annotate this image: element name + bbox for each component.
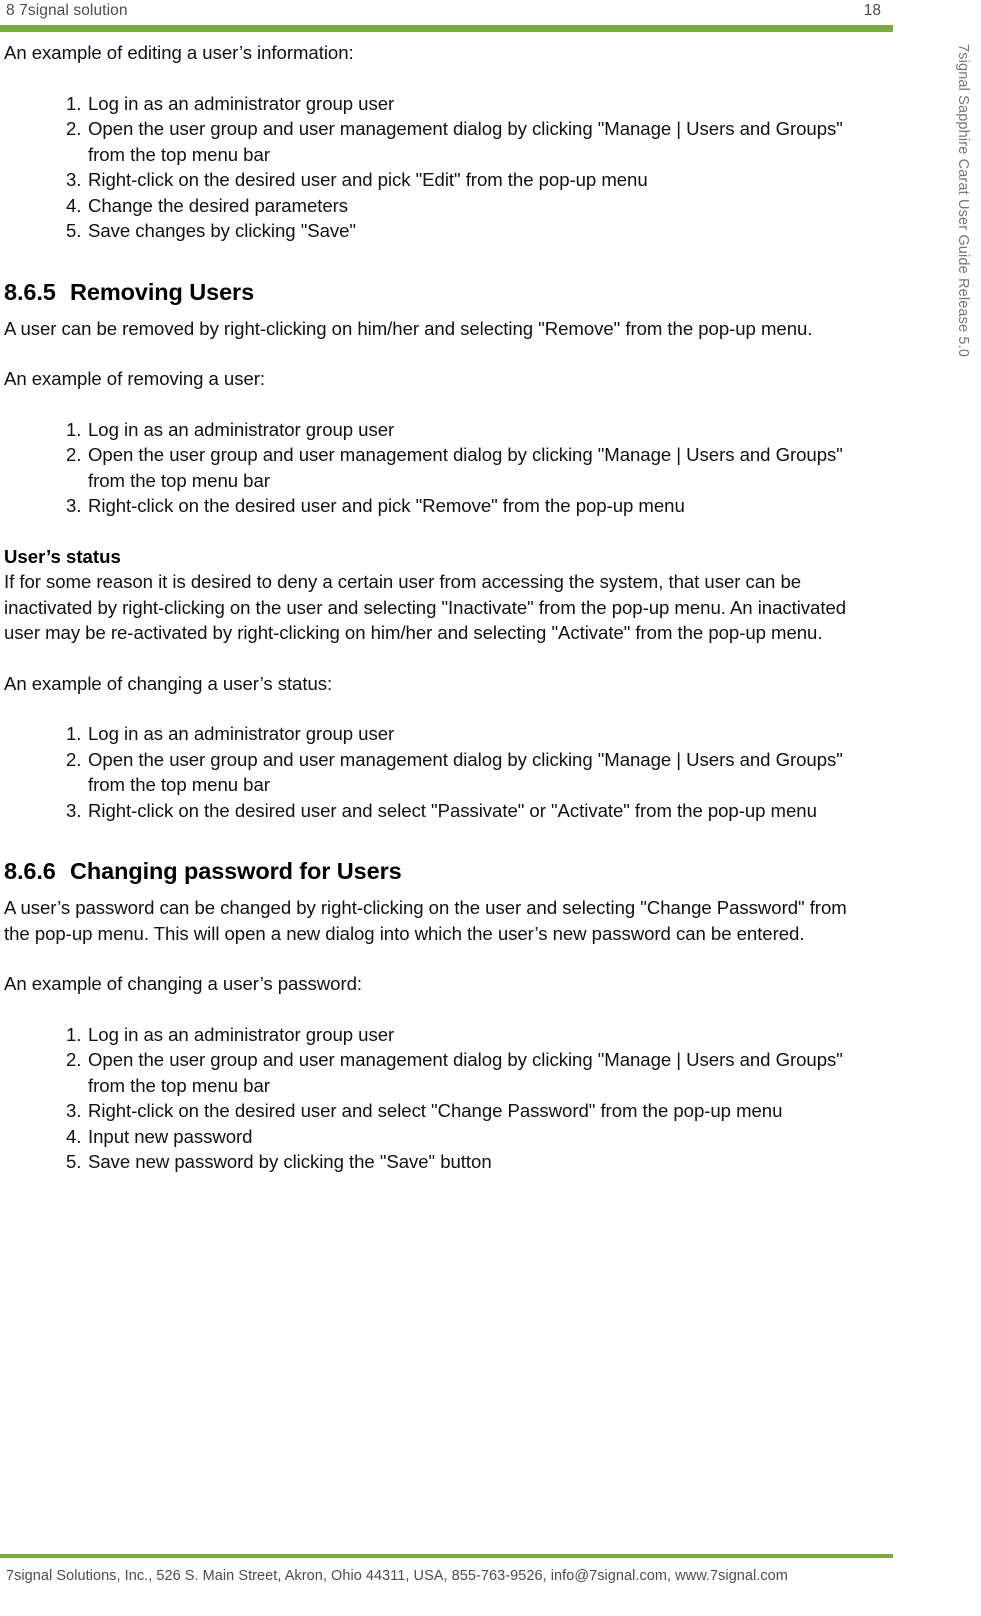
list-item: Open the user group and user management …: [66, 747, 843, 796]
list-item: Log in as an administrator group user: [66, 1022, 395, 1047]
page-footer: 7signal Solutions, Inc., 526 S. Main Str…: [0, 1554, 893, 1616]
user-status-body: If for some reason it is desired to deny…: [4, 571, 847, 643]
section-title: Changing password for Users: [70, 858, 402, 884]
list-item: Open the user group and user management …: [66, 116, 843, 165]
list-item: Right-click on the desired user and sele…: [66, 798, 817, 823]
header-page-number: 18: [863, 2, 881, 19]
side-running-title-text: 7signal Sapphire Carat User Guide Releas…: [955, 44, 971, 358]
header-document-title: 8 7signal solution: [6, 2, 128, 19]
section-number: 8.6.6: [4, 858, 56, 884]
list-item: Change the desired parameters: [66, 193, 349, 218]
list-item: Right-click on the desired user and sele…: [66, 1098, 783, 1123]
footer-rule: [0, 1554, 893, 1558]
header-row: 8 7signal solution 18: [0, 0, 893, 20]
list-item: Save new password by clicking the "Save"…: [66, 1149, 492, 1174]
section-865-intro: An example of removing a user:: [4, 368, 266, 389]
page-content: An example of editing a user’s informati…: [0, 40, 872, 1175]
document-page: 8 7signal solution 18 7signal Sapphire C…: [0, 0, 981, 1616]
user-status-intro: An example of changing a user’s status:: [4, 672, 333, 694]
section-title: Removing Users: [70, 278, 255, 305]
section-heading-865: 8.6.5 Removing Users: [4, 277, 872, 307]
section-heading-866: 8.6.6 Changing password for Users: [4, 856, 872, 886]
list-item: Right-click on the desired user and pick…: [66, 167, 648, 192]
list-item: Open the user group and user management …: [66, 1047, 843, 1096]
password-steps-list: Log in as an administrator group user Op…: [4, 1022, 872, 1175]
intro-editing-paragraph: An example of editing a user’s informati…: [4, 42, 354, 63]
list-item: Save changes by clicking "Save": [66, 218, 356, 243]
header-rule: [0, 25, 893, 32]
side-running-title: 7signal Sapphire Carat User Guide Releas…: [953, 44, 975, 564]
list-item: Input new password: [66, 1124, 253, 1149]
section-866-body: A user’s password can be changed by righ…: [4, 897, 847, 944]
section-866-intro: An example of changing a user’s password…: [4, 973, 362, 994]
page-header: 8 7signal solution 18: [0, 0, 893, 34]
list-item: Open the user group and user management …: [66, 442, 843, 491]
list-item: Log in as an administrator group user: [66, 721, 395, 746]
status-steps-list: Log in as an administrator group user Op…: [4, 721, 872, 823]
user-status-subheading: User’s status: [4, 545, 121, 567]
section-number: 8.6.5: [4, 278, 56, 305]
editing-steps-list: Log in as an administrator group user Op…: [4, 91, 872, 244]
footer-company-info: 7signal Solutions, Inc., 526 S. Main Str…: [6, 1568, 788, 1584]
list-item: Log in as an administrator group user: [66, 417, 395, 442]
section-865-body: A user can be removed by right-clicking …: [4, 317, 813, 339]
list-item: Log in as an administrator group user: [66, 91, 395, 116]
removing-steps-list: Log in as an administrator group user Op…: [4, 417, 872, 519]
list-item: Right-click on the desired user and pick…: [66, 493, 685, 518]
